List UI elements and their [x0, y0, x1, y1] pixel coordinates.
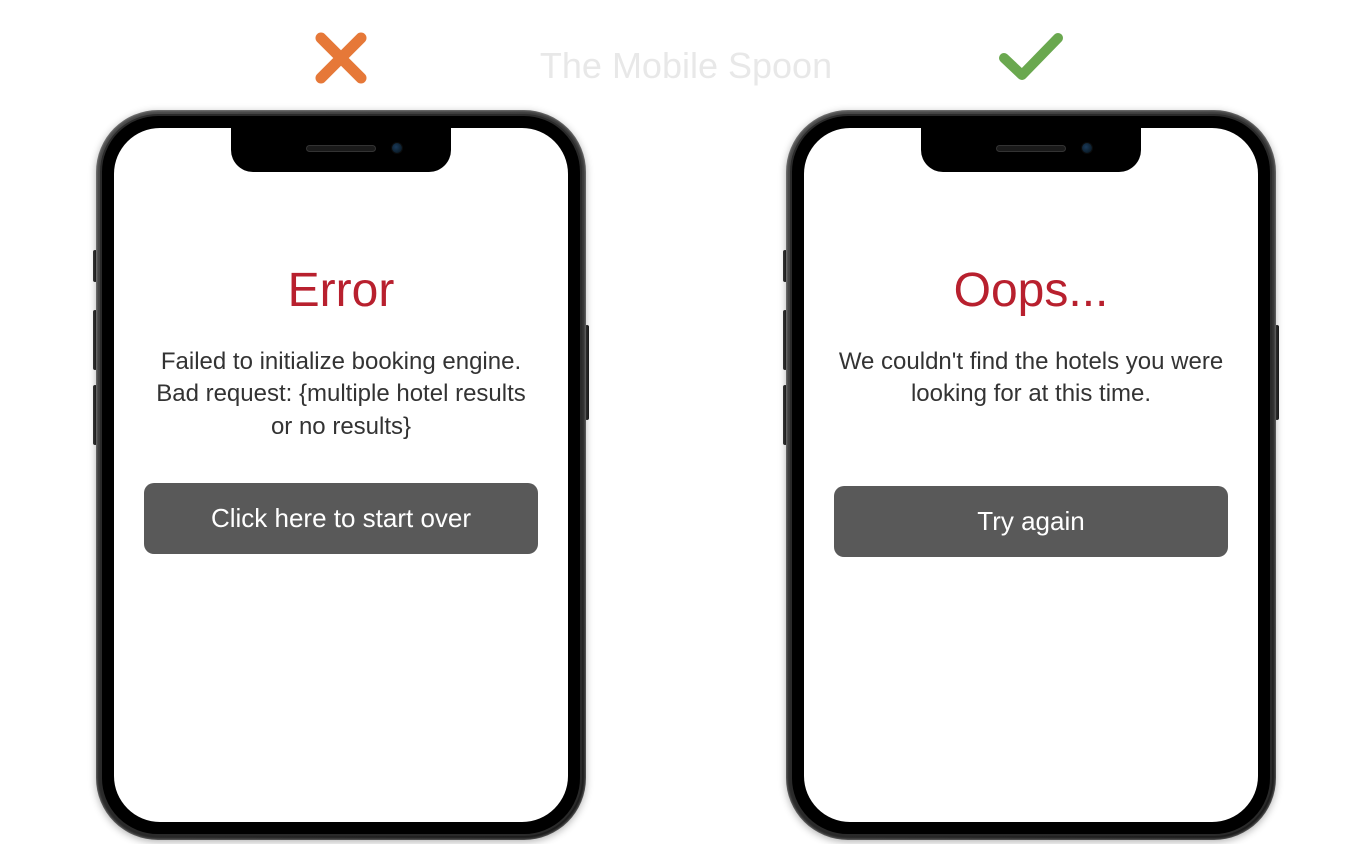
error-title-good: Oops...: [834, 263, 1228, 318]
phone-screen-good: Oops... We couldn't find the hotels you …: [804, 128, 1258, 822]
good-example: Oops... We couldn't find the hotels you …: [786, 15, 1276, 840]
phone-notch: [231, 124, 451, 172]
try-again-button[interactable]: Try again: [834, 486, 1228, 557]
phone-speaker: [306, 145, 376, 152]
error-title-bad: Error: [144, 263, 538, 318]
cross-icon: [311, 15, 371, 100]
phone-camera: [391, 142, 403, 154]
phone-speaker: [996, 145, 1066, 152]
phone-notch: [921, 124, 1141, 172]
start-over-button[interactable]: Click here to start over: [144, 483, 538, 554]
bad-example: Error Failed to initialize booking engin…: [96, 15, 586, 840]
check-icon: [996, 15, 1066, 100]
error-message-bad: Failed to initialize booking engine. Bad…: [144, 346, 538, 443]
phone-mockup-bad: Error Failed to initialize booking engin…: [96, 110, 586, 840]
error-message-good: We couldn't find the hotels you were loo…: [834, 346, 1228, 411]
phone-mockup-good: Oops... We couldn't find the hotels you …: [786, 110, 1276, 840]
phone-camera: [1081, 142, 1093, 154]
phone-screen-bad: Error Failed to initialize booking engin…: [114, 128, 568, 822]
comparison-container: Error Failed to initialize booking engin…: [0, 0, 1372, 840]
